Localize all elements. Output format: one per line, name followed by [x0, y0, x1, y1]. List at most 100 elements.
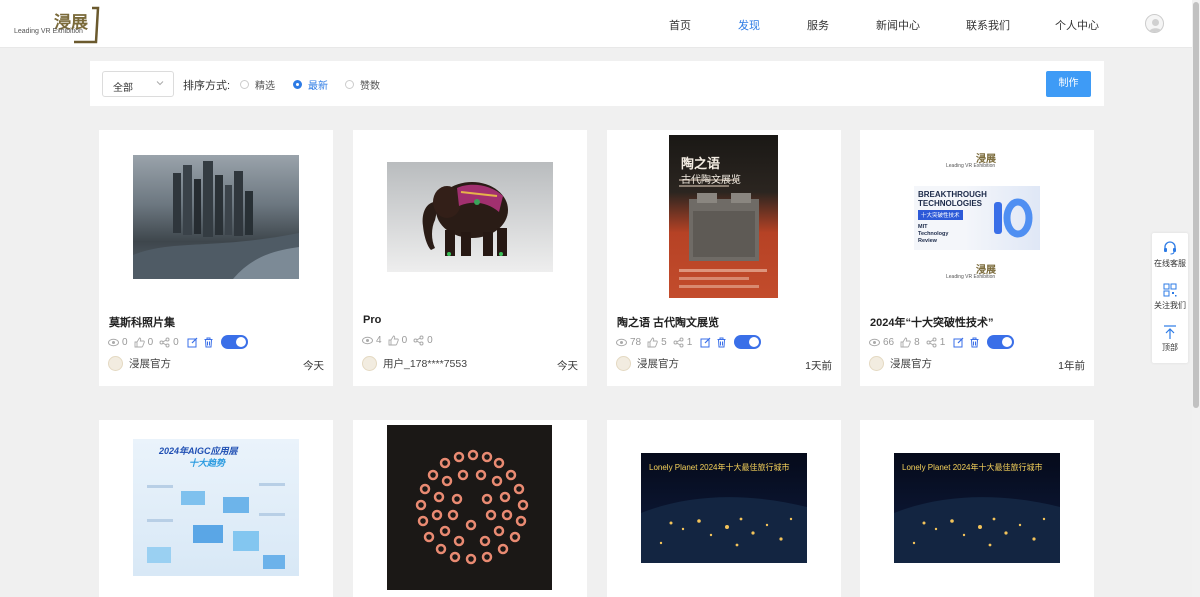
card-thumbnail[interactable]: Lonely Planet 2024年十大最佳旅行城市 [894, 453, 1060, 563]
banner-brand2: Technology [918, 231, 949, 237]
card-thumbnail[interactable]: 2024年AIGC应用层 十大趋势 [133, 439, 299, 576]
card-thumbnail[interactable]: 陶之语 古代陶文展览 [669, 135, 778, 298]
thumbs-up-icon[interactable] [388, 335, 399, 346]
aigc-infographic [147, 483, 285, 569]
back-to-top-button[interactable]: 顶部 [1152, 324, 1188, 353]
work-card[interactable]: Lonely Planet 2024年十大最佳旅行城市 [860, 420, 1094, 597]
radio-likes[interactable] [345, 80, 354, 89]
work-card[interactable]: 浸展 Leading VR Exhibition BREAKTHROUGH TE… [860, 130, 1094, 386]
card-title[interactable]: Pro [363, 314, 381, 326]
banner-brand1: MIT [918, 224, 928, 230]
banner-line2: TECHNOLOGIES [918, 199, 983, 208]
sort-option-featured[interactable]: 精选 [240, 77, 275, 92]
share-icon[interactable] [413, 335, 424, 346]
view-count: 4 [376, 335, 382, 346]
like-count: 0 [401, 335, 408, 346]
category-select[interactable]: 全部 [102, 71, 174, 97]
card-title[interactable]: 2024年“十大突破性技术” [870, 314, 993, 330]
edit-icon[interactable] [700, 337, 711, 348]
poster-subtitle: 古代陶文展览 [681, 175, 741, 186]
card-thumbnail[interactable] [133, 155, 299, 279]
card-author[interactable]: 浸展官方 [616, 356, 679, 371]
edit-icon[interactable] [187, 337, 198, 348]
nav-news[interactable]: 新闻中心 [876, 17, 920, 33]
like-count: 5 [661, 336, 667, 348]
qr-code-icon [1163, 283, 1177, 297]
eye-icon [362, 336, 373, 345]
thumbs-up-icon[interactable] [134, 337, 145, 348]
author-name: 浸展官方 [129, 358, 171, 370]
work-card[interactable] [353, 420, 587, 597]
online-service-label: 在线客服 [1154, 259, 1186, 268]
banner-logo-en: Leading VR Exhibition [946, 163, 996, 169]
banner-logo-en-bottom: Leading VR Exhibition [946, 274, 996, 280]
card-thumbnail[interactable]: 浸展 Leading VR Exhibition BREAKTHROUGH TE… [910, 142, 1044, 290]
sort-option-latest-label: 最新 [308, 81, 328, 92]
earth-night-image [641, 497, 807, 563]
card-title[interactable]: 陶之语 古代陶文展览 [617, 314, 719, 330]
card-thumbnail[interactable]: Lonely Planet 2024年十大最佳旅行城市 [641, 453, 807, 563]
work-card[interactable]: 陶之语 古代陶文展览 陶之语 古代陶文展览 78 5 1 浸展官方 1天前 [607, 130, 841, 386]
thumbs-up-icon[interactable] [647, 337, 658, 348]
radio-featured[interactable] [240, 80, 249, 89]
delete-icon[interactable] [716, 337, 727, 348]
number-ten-graphic [994, 198, 1033, 238]
chevron-down-icon [156, 81, 164, 86]
nav-contact[interactable]: 联系我们 [966, 17, 1010, 33]
card-title[interactable]: 莫斯科照片集 [109, 314, 175, 330]
nav-home[interactable]: 首页 [669, 17, 691, 33]
make-button[interactable]: 制作 [1046, 71, 1091, 97]
sort-option-likes[interactable]: 赞数 [345, 77, 380, 92]
author-avatar [108, 356, 123, 371]
sort-option-latest[interactable]: 最新 [293, 77, 328, 92]
author-avatar [616, 356, 631, 371]
work-card[interactable]: 2024年AIGC应用层 十大趋势 [99, 420, 333, 597]
view-count: 0 [122, 336, 128, 348]
like-count: 8 [914, 336, 920, 348]
filter-bar: 全部 排序方式: 精选 最新 赞数 制作 [90, 61, 1104, 106]
author-name: 浸展官方 [890, 358, 932, 370]
delete-icon[interactable] [203, 337, 214, 348]
publish-toggle[interactable] [220, 335, 248, 349]
scrollbar-thumb[interactable] [1193, 2, 1199, 408]
share-icon[interactable] [926, 337, 937, 348]
page-scrollbar[interactable] [1192, 0, 1200, 597]
nav-profile[interactable]: 个人中心 [1055, 17, 1099, 33]
publish-toggle[interactable] [987, 335, 1015, 349]
sort-option-featured-label: 精选 [255, 81, 275, 92]
card-stats: 0 0 0 [108, 335, 248, 349]
follow-us-button[interactable]: 关注我们 [1152, 282, 1188, 311]
card-thumbnail[interactable] [387, 425, 552, 590]
card-author[interactable]: 浸展官方 [108, 356, 171, 371]
logo[interactable]: 浸展 Leading VR Exhibition [14, 6, 100, 44]
work-card[interactable]: Lonely Planet 2024年十大最佳旅行城市 [607, 420, 841, 597]
headset-icon [1164, 241, 1176, 255]
card-time: 今天 [303, 360, 324, 372]
delete-icon[interactable] [969, 337, 980, 348]
card-stats: 66 8 1 [869, 335, 1015, 349]
card-author[interactable]: 用户_178****7553 [362, 356, 467, 371]
work-card[interactable]: 莫斯科照片集 0 0 0 浸展官方 今天 [99, 130, 333, 386]
edit-icon[interactable] [953, 337, 964, 348]
drone-light-show-image [415, 449, 529, 565]
arrow-up-icon [1164, 325, 1176, 339]
online-service-button[interactable]: 在线客服 [1152, 240, 1188, 269]
thumbs-up-icon[interactable] [900, 337, 911, 348]
nav-discover[interactable]: 发现 [738, 17, 760, 33]
floating-side-panel: 在线客服 关注我们 顶部 [1152, 233, 1188, 363]
earth-night-image [894, 497, 1060, 563]
share-icon[interactable] [159, 337, 170, 348]
share-count: 1 [686, 336, 693, 348]
work-card[interactable]: Pro 4 0 0 用户_178****7553 今天 [353, 130, 587, 386]
card-author[interactable]: 浸展官方 [869, 356, 932, 371]
share-count: 0 [427, 335, 433, 346]
card-thumbnail[interactable] [387, 162, 553, 272]
card-time: 今天 [557, 360, 578, 372]
publish-toggle[interactable] [734, 335, 762, 349]
logo-mark-icon [74, 6, 100, 44]
city-skyline-image [133, 161, 299, 279]
share-icon[interactable] [673, 337, 684, 348]
nav-services[interactable]: 服务 [807, 17, 829, 33]
user-avatar[interactable] [1145, 14, 1164, 33]
radio-latest[interactable] [293, 80, 302, 89]
